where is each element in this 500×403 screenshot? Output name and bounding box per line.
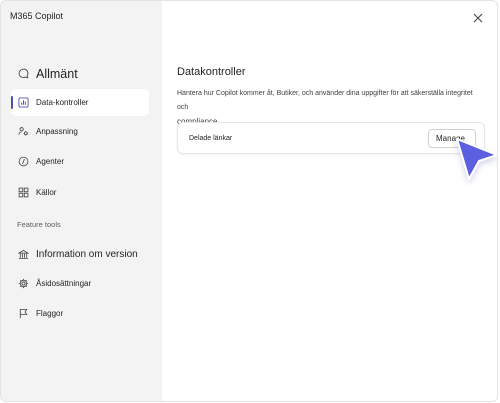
sidebar-item-label: Agenter: [36, 157, 65, 166]
bar-chart-icon: [17, 97, 29, 109]
building-bank-icon: [17, 249, 29, 261]
app-title: M365 Copilot: [10, 11, 64, 21]
close-icon: [473, 13, 483, 23]
gear-icon: [17, 278, 29, 290]
manage-button[interactable]: Manage: [428, 129, 476, 148]
sidebar-item-label: Allmänt: [36, 66, 78, 81]
shared-links-label: Delade länkar: [189, 135, 233, 142]
sidebar-item-label: Anpassning: [36, 127, 78, 136]
code-circle-icon: [17, 156, 29, 168]
sidebar-item-label: Källor: [36, 188, 57, 197]
settings-window: M365 Copilot Allmänt Data-kontroller Anp…: [0, 0, 498, 402]
shared-links-card: Delade länkar Manage: [177, 122, 485, 154]
close-button[interactable]: [471, 11, 485, 25]
sidebar-item-label: Data-kontroller: [36, 98, 89, 107]
sidebar-item-sources[interactable]: Källor: [11, 179, 149, 206]
sidebar: M365 Copilot Allmänt Data-kontroller Anp…: [1, 1, 162, 401]
sidebar-item-overrides[interactable]: Åsidosättningar: [11, 270, 149, 297]
sidebar-item-data-controls[interactable]: Data-kontroller: [11, 89, 149, 116]
grid-apps-icon: [17, 187, 29, 199]
sidebar-item-general[interactable]: Allmänt: [11, 60, 149, 87]
section-label-feature-tools: Feature tools: [17, 220, 61, 229]
sidebar-item-personalization[interactable]: Anpassning: [11, 118, 149, 145]
chat-bubble-icon: [17, 68, 29, 80]
page-description-line1: Hantera hur Copilot kommer åt, Butiker, …: [177, 90, 473, 111]
sidebar-item-version-info[interactable]: Information om version: [11, 241, 149, 268]
people-settings-icon: [17, 126, 29, 138]
sidebar-item-flags[interactable]: Flaggor: [11, 300, 149, 327]
active-indicator: [11, 96, 13, 109]
sidebar-item-agents[interactable]: Agenter: [11, 148, 149, 175]
sidebar-item-label: Flaggor: [36, 309, 64, 318]
sidebar-item-label: Åsidosättningar: [36, 279, 92, 288]
sidebar-item-label: Information om version: [36, 249, 138, 260]
flag-icon: [17, 308, 29, 320]
page-title: Datakontroller: [177, 66, 246, 78]
